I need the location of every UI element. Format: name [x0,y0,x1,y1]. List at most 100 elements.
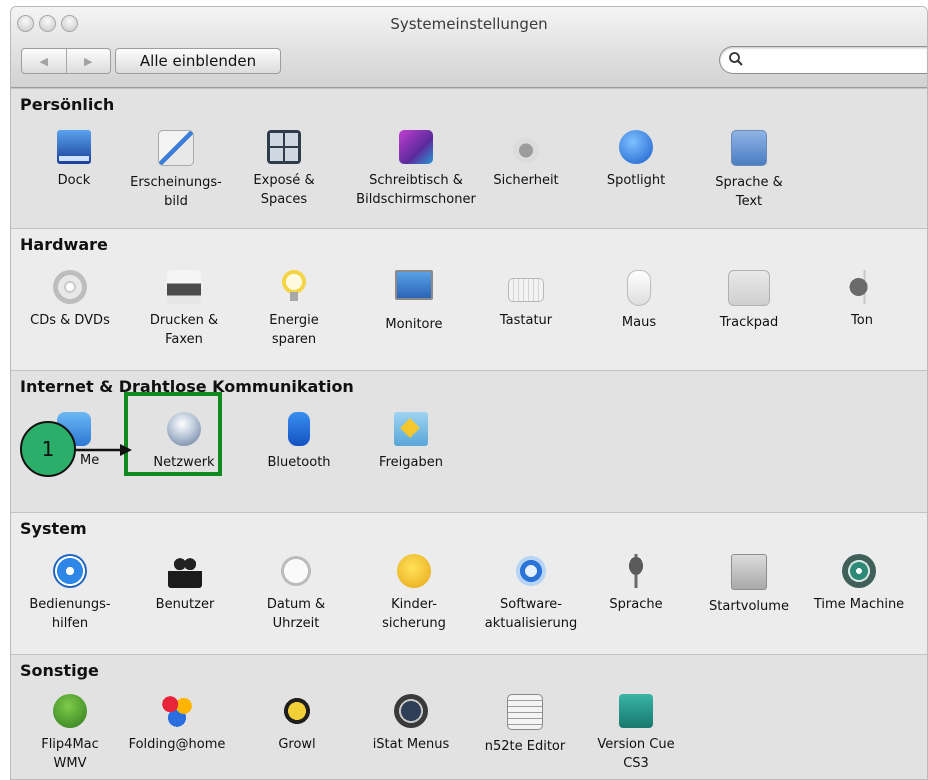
desktop-screensaver-icon [399,130,433,164]
pref-growl[interactable]: Growl [242,694,352,754]
n52te-icon [507,694,543,730]
pref-universal-access[interactable]: Bedienungs- hilfen [15,554,125,633]
pref-label: Energie sparen [269,313,319,347]
pref-cds-dvds[interactable]: CDs & DVDs [15,270,125,330]
time-machine-icon [842,554,876,588]
search-field[interactable] [719,46,927,74]
pref-label: Trackpad [719,315,779,330]
pref-date-time[interactable]: Datum & Uhrzeit [241,554,351,633]
pref-sound[interactable]: Ton [807,270,917,330]
folding-home-icon [160,694,194,728]
date-time-icon [279,554,313,588]
pref-label: Version Cue CS3 [597,737,675,771]
trackpad-icon [728,270,770,306]
pref-folding-home[interactable]: Folding@home [122,694,232,754]
accounts-icon [168,554,202,588]
pref-expose-spaces[interactable]: Exposé & Spaces [229,130,339,209]
expose-spaces-icon [267,130,301,164]
forward-arrow-icon: ▶ [84,54,93,68]
show-all-button[interactable]: Alle einblenden [115,48,281,74]
pref-label: Bedienungs- hilfen [29,597,111,631]
pref-trackpad[interactable]: Trackpad [694,270,804,332]
pref-label: Bluetooth [267,455,331,470]
monitor-icon [395,270,433,300]
pref-label: Startvolume [709,599,789,614]
pref-accounts[interactable]: Benutzer [130,554,240,614]
pref-label: Erscheinungs- bild [130,175,222,209]
pref-desktop-screensaver[interactable]: Schreibtisch & Bildschirmschoner [351,130,481,209]
pref-label: Sprache & Text [715,175,783,209]
cd-dvd-icon [53,270,87,304]
pref-label: n52te Editor [484,739,566,754]
pref-label: Spotlight [606,173,666,188]
pref-parental-controls[interactable]: Kinder- sicherung [359,554,469,633]
pref-software-update[interactable]: Software- aktualisierung [466,554,596,633]
pref-label: Exposé & Spaces [253,173,315,207]
printer-icon [167,270,201,304]
pref-label: Dock [57,173,91,188]
speaker-icon [845,270,879,304]
pref-label: Ton [851,313,873,328]
pref-label: Monitore [385,317,443,332]
istat-icon [394,694,428,728]
microphone-icon [619,554,653,588]
window-title: Systemeinstellungen [390,15,548,33]
pref-appearance[interactable]: Erscheinungs- bild [121,130,231,211]
pref-istat-menus[interactable]: iStat Menus [356,694,466,754]
step-callout: 1 [20,421,76,477]
back-arrow-icon: ◀ [39,54,48,68]
accessibility-icon [53,554,87,588]
pref-label: Software- aktualisierung [484,597,578,631]
keyboard-icon [508,278,544,302]
toolbar: Systemeinstellungen ◀ ▶ Alle einblenden [11,7,927,88]
parental-controls-icon [397,554,431,588]
pref-sharing[interactable]: Freigaben [356,412,466,472]
security-icon [509,130,543,164]
growl-icon [280,694,314,728]
pref-time-machine[interactable]: Time Machine [804,554,914,614]
section-other: Sonstige Flip4Mac WMV Folding@home Growl… [11,654,927,779]
section-title-personal: Persönlich [20,95,115,114]
pref-security[interactable]: Sicherheit [471,130,581,190]
pref-energy-saver[interactable]: Energie sparen [239,270,349,349]
pref-flip4mac[interactable]: Flip4Mac WMV [15,694,125,773]
bluetooth-icon [288,412,310,446]
pref-version-cue[interactable]: Version Cue CS3 [581,694,691,773]
pref-mouse[interactable]: Maus [584,270,694,332]
pref-label: Sprache [609,597,663,612]
pref-keyboard[interactable]: Tastatur [471,270,581,330]
pref-displays[interactable]: Monitore [359,270,469,334]
pref-label: Sicherheit [493,173,559,188]
pref-n52te-editor[interactable]: n52te Editor [470,694,580,756]
pref-bluetooth[interactable]: Bluetooth [244,412,354,472]
pref-startup-disk[interactable]: Startvolume [694,554,804,616]
appearance-icon [158,130,194,166]
sharing-folder-icon [394,412,428,446]
pref-print-fax[interactable]: Drucken & Faxen [129,270,239,349]
dock-icon [57,130,91,164]
pref-label: Freigaben [379,455,443,470]
version-cue-icon [619,694,653,728]
spotlight-icon [619,130,653,164]
section-hardware: Hardware CDs & DVDs Drucken & Faxen Ener… [11,228,927,371]
pref-label: Datum & Uhrzeit [266,597,326,631]
section-title-system: System [20,519,87,538]
pref-label: Schreibtisch & Bildschirmschoner [356,173,476,207]
pref-speech[interactable]: Sprache [581,554,691,614]
pref-language-text[interactable]: Sprache & Text [694,130,804,211]
startup-disk-icon [731,554,767,590]
pref-label: Tastatur [499,313,553,328]
forward-button[interactable]: ▶ [65,49,111,73]
language-text-icon [731,130,767,166]
pref-dock[interactable]: Dock [19,130,129,190]
pref-label: iStat Menus [372,737,450,752]
search-input[interactable] [746,49,920,71]
flip4mac-icon [53,694,87,728]
software-update-icon [514,554,548,588]
pref-label: Benutzer [155,597,215,612]
pref-spotlight[interactable]: Spotlight [581,130,691,190]
pref-label: Flip4Mac WMV [41,737,99,771]
arrow-icon [76,444,132,456]
back-button[interactable]: ◀ [22,49,66,73]
netzwerk-highlight-box [124,392,222,476]
